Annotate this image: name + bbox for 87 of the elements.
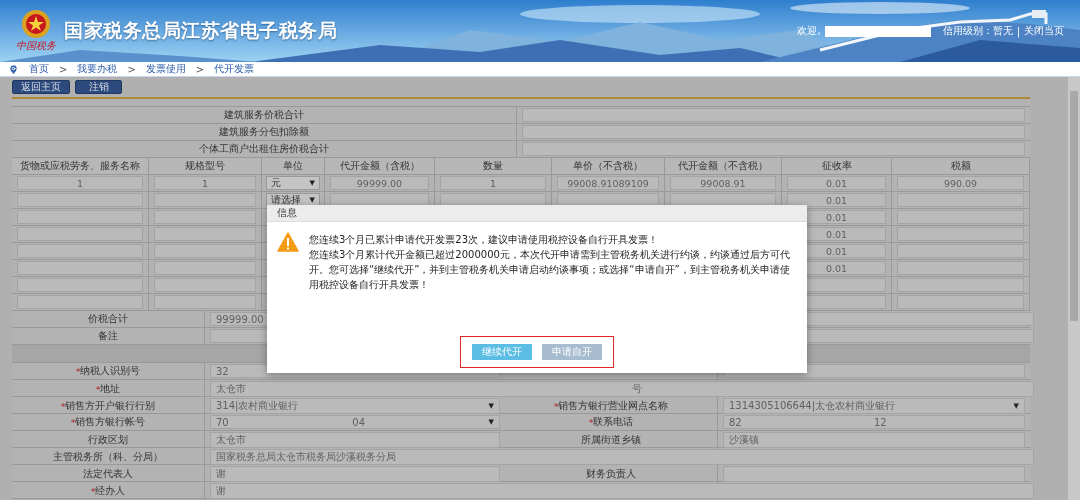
welcome-text: 欢迎, bbox=[797, 24, 821, 38]
table-input[interactable]: 1 bbox=[154, 176, 256, 190]
table-input[interactable] bbox=[154, 244, 256, 258]
table-input[interactable] bbox=[154, 227, 256, 241]
breadcrumb-link[interactable]: 首页 bbox=[29, 62, 49, 76]
table-input[interactable] bbox=[17, 295, 143, 309]
table-input[interactable] bbox=[897, 210, 1024, 224]
table-input[interactable] bbox=[154, 261, 256, 275]
input-field[interactable]: 谢 bbox=[210, 466, 500, 482]
input-field[interactable] bbox=[522, 108, 1025, 122]
dialog-button[interactable]: 继续代开 bbox=[472, 344, 532, 360]
table-input[interactable]: 1 bbox=[17, 176, 143, 190]
field-label: *经办人 bbox=[12, 482, 205, 500]
logo-caption: 中国税务 bbox=[16, 39, 56, 53]
table-input[interactable] bbox=[897, 261, 1024, 275]
input-field[interactable]: 太仓市 号 bbox=[210, 381, 1034, 397]
field-label: 建筑服务分包扣除额 bbox=[12, 124, 517, 140]
column-header: 征收率 bbox=[782, 158, 892, 175]
field-label: 备注 bbox=[12, 328, 205, 344]
scrollbar[interactable] bbox=[1068, 77, 1080, 500]
field-label: 行政区划 bbox=[12, 431, 205, 449]
field-label: 主管税务所（科、分局） bbox=[12, 448, 205, 466]
separator: | bbox=[1016, 25, 1020, 37]
input-field[interactable]: 沙溪镇 bbox=[723, 432, 1025, 448]
breadcrumb-separator: > bbox=[195, 63, 205, 75]
field-label: 法定代表人 bbox=[12, 465, 205, 483]
field-label: *地址 bbox=[12, 380, 205, 398]
table-input[interactable] bbox=[17, 193, 143, 207]
column-header: 单价（不含税） bbox=[552, 158, 665, 175]
input-field[interactable]: 82 12 bbox=[723, 415, 1025, 429]
breadcrumb-link[interactable]: 代开发票 bbox=[214, 62, 255, 76]
column-header: 单位 bbox=[262, 158, 325, 175]
table-input[interactable] bbox=[17, 210, 143, 224]
table-input[interactable]: 0.01 bbox=[787, 176, 886, 190]
breadcrumb-link[interactable]: 我要办税 bbox=[77, 62, 118, 76]
field-label: 价税合计 bbox=[12, 311, 205, 327]
warning-icon bbox=[277, 232, 299, 252]
field-label: 建筑服务价税合计 bbox=[12, 107, 517, 123]
field-label: *销售方开户银行行别 bbox=[12, 397, 205, 415]
breadcrumb-separator: > bbox=[59, 63, 68, 75]
column-header: 税额 bbox=[892, 158, 1030, 175]
input-field[interactable]: 太仓市 bbox=[210, 432, 500, 448]
table-input[interactable] bbox=[897, 227, 1024, 241]
table-input[interactable]: 99999.00 bbox=[330, 176, 429, 190]
column-header: 代开金额（含税） bbox=[325, 158, 435, 175]
table-input[interactable]: 1 bbox=[440, 176, 546, 190]
dialog-title: 信息 bbox=[267, 205, 807, 222]
table-input[interactable] bbox=[17, 261, 143, 275]
breadcrumb-link[interactable]: 发票使用 bbox=[145, 62, 186, 76]
toolbar-button[interactable]: 返回主页 bbox=[12, 80, 70, 94]
field-label: *销售方银行帐号 bbox=[12, 414, 205, 430]
column-header: 数量 bbox=[435, 158, 552, 175]
field-label: 个体工商户出租住房价税合计 bbox=[12, 141, 517, 157]
table-input[interactable]: 0.01 bbox=[787, 193, 886, 207]
table-input[interactable]: 99008.91 bbox=[670, 176, 776, 190]
input-field[interactable] bbox=[723, 466, 1025, 482]
input-field[interactable]: 国家税务总局太仓市税务局沙溪税务分局 bbox=[210, 449, 1034, 465]
dialog-message: 您连续3个月已累计申请代开发票23次，建议申请使用税控设备自行开具发票！ bbox=[309, 233, 660, 247]
emblem-logo bbox=[21, 9, 51, 39]
field-label: *销售方银行营业网点名称 bbox=[505, 397, 718, 415]
table-input[interactable] bbox=[17, 278, 143, 292]
close-page-link[interactable]: 关闭当页 bbox=[1024, 24, 1064, 38]
input-field[interactable] bbox=[522, 125, 1025, 139]
table-input[interactable] bbox=[897, 244, 1024, 258]
column-header: 规格型号 bbox=[149, 158, 262, 175]
dialog-button[interactable]: 申请自开 bbox=[542, 344, 602, 360]
table-input[interactable] bbox=[154, 193, 256, 207]
table-input[interactable] bbox=[17, 244, 143, 258]
table-input[interactable] bbox=[897, 193, 1024, 207]
table-input[interactable] bbox=[897, 278, 1024, 292]
table-input[interactable]: 990.09 bbox=[897, 176, 1024, 190]
credit-level: 信用级别：暂无 bbox=[942, 24, 1013, 38]
table-input[interactable] bbox=[154, 210, 256, 224]
field-label: *纳税人识别号 bbox=[12, 363, 205, 379]
table-input[interactable] bbox=[154, 278, 256, 292]
table-input[interactable] bbox=[17, 227, 143, 241]
input-field[interactable] bbox=[522, 142, 1025, 156]
table-input[interactable]: 99008.91089109 bbox=[557, 176, 659, 190]
toolbar-button[interactable]: 注销 bbox=[75, 80, 122, 94]
column-header: 代开金额（不含税） bbox=[665, 158, 782, 175]
site-title: 国家税务总局江苏省电子税务局 bbox=[64, 18, 337, 43]
table-input[interactable] bbox=[154, 295, 256, 309]
column-header: 货物或应税劳务、服务名称 bbox=[12, 158, 149, 175]
field-label: *联系电话 bbox=[505, 414, 718, 430]
input-field[interactable]: 谢 bbox=[210, 483, 1034, 499]
breadcrumb-separator: > bbox=[127, 63, 136, 75]
table-input[interactable] bbox=[897, 295, 1024, 309]
